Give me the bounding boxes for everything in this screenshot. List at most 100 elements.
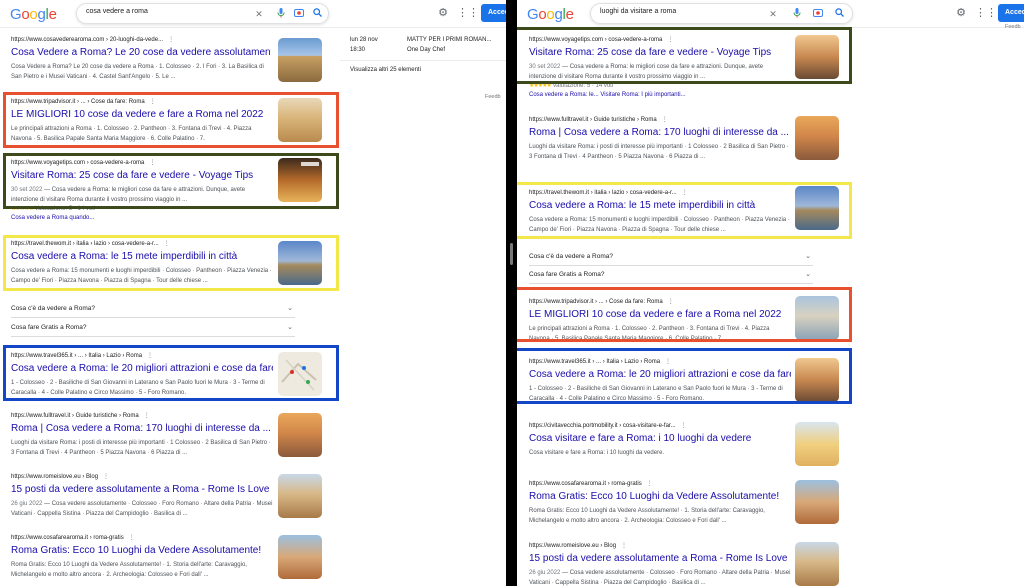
result-url[interactable]: https://www.cosavederearoma.com › 20-luo… bbox=[11, 37, 163, 43]
rome-sunset-thumbnail[interactable] bbox=[795, 116, 839, 160]
search-query[interactable]: luoghi da visitare a roma bbox=[600, 8, 676, 15]
rome-river-thumbnail[interactable] bbox=[278, 241, 322, 285]
google-logo[interactable]: Google bbox=[527, 6, 574, 23]
result-title[interactable]: Roma | Cosa vedere a Roma: 170 luoghi di… bbox=[529, 127, 791, 139]
castle-thumbnail[interactable] bbox=[278, 535, 322, 579]
paa-question[interactable]: Cosa c'è da vedere a Roma? ⌄ bbox=[529, 248, 813, 266]
more-options-icon[interactable]: ⋮ bbox=[103, 474, 109, 480]
paa-question-label[interactable]: Cosa c'è da vedere a Roma? bbox=[11, 305, 95, 312]
rome-river-thumbnail[interactable] bbox=[795, 186, 839, 230]
voyage-tips-thumbnail[interactable] bbox=[278, 158, 322, 202]
more-options-icon[interactable]: ⋮ bbox=[681, 423, 687, 429]
feedback-link[interactable]: Feedb bbox=[485, 94, 501, 100]
result-title[interactable]: Roma | Cosa vedere a Roma: 170 luoghi di… bbox=[11, 423, 273, 435]
colosseum-thumbnail[interactable] bbox=[278, 474, 322, 518]
result-url[interactable]: https://www.cosafarearoma.it › roma-grat… bbox=[529, 481, 642, 487]
colosseum-thumbnail[interactable] bbox=[795, 35, 839, 79]
result-sitelink[interactable]: Cosa vedere a Roma quando... bbox=[11, 214, 273, 223]
search-query[interactable]: cosa vedere a roma bbox=[86, 8, 148, 15]
feedback-link[interactable]: Feedb bbox=[1005, 24, 1021, 30]
microphone-icon[interactable] bbox=[275, 8, 287, 20]
result-url[interactable]: https://travel.thewom.it › italia › lazi… bbox=[11, 241, 159, 247]
result-url[interactable]: https://travel.thewom.it › italia › lazi… bbox=[529, 190, 677, 196]
result-title[interactable]: Visitare Roma: 25 cose da fare e vedere … bbox=[529, 47, 791, 59]
search-input[interactable]: cosa vedere a roma ✕ bbox=[76, 3, 329, 24]
rome-sunset-thumbnail[interactable] bbox=[278, 413, 322, 457]
more-options-icon[interactable]: ⋮ bbox=[168, 37, 174, 43]
paa-question[interactable]: Cosa fare Gratis a Roma? ⌄ bbox=[11, 319, 295, 337]
more-options-icon[interactable]: ⋮ bbox=[621, 543, 627, 549]
more-options-icon[interactable]: ⋮ bbox=[662, 117, 668, 123]
paa-question-label[interactable]: Cosa c'è da vedere a Roma? bbox=[529, 253, 613, 260]
settings-gear-icon[interactable]: ⚙ bbox=[954, 6, 968, 20]
result-title[interactable]: Visitare Roma: 25 cose da fare e vedere … bbox=[11, 170, 273, 182]
result-url[interactable]: https://www.tripadvisor.it › ... › Cose … bbox=[529, 299, 663, 305]
event-title[interactable]: MATTY PER I PRIMI ROMAN... bbox=[407, 36, 491, 45]
more-options-icon[interactable]: ⋮ bbox=[150, 99, 156, 105]
colosseum-thumbnail[interactable] bbox=[795, 358, 839, 402]
more-options-icon[interactable]: ⋮ bbox=[682, 190, 688, 196]
paa-question-label[interactable]: Cosa fare Gratis a Roma? bbox=[11, 324, 87, 331]
map-thumbnail[interactable] bbox=[278, 352, 322, 396]
result-title[interactable]: Roma Gratis: Ecco 10 Luoghi da Vedere As… bbox=[529, 491, 791, 503]
more-options-icon[interactable]: ⋮ bbox=[149, 160, 155, 166]
more-options-icon[interactable]: ⋮ bbox=[164, 241, 170, 247]
result-url[interactable]: https://www.travel365.it › ... › Italia … bbox=[11, 353, 142, 359]
result-title[interactable]: LE MIGLIORI 10 cose da vedere e fare a R… bbox=[11, 109, 273, 121]
result-url[interactable]: https://www.romeislove.eu › Blog bbox=[11, 474, 98, 480]
result-sitelink[interactable]: Cosa vedere a Roma: le... Visitare Roma:… bbox=[529, 91, 791, 100]
colosseum-thumbnail[interactable] bbox=[278, 38, 322, 82]
apps-grid-icon[interactable]: ⋮⋮ bbox=[975, 6, 997, 20]
clear-icon[interactable]: ✕ bbox=[253, 8, 265, 20]
sign-in-button[interactable]: Acced bbox=[998, 4, 1024, 22]
castle-thumbnail[interactable] bbox=[795, 480, 839, 524]
settings-gear-icon[interactable]: ⚙ bbox=[436, 6, 450, 20]
more-options-icon[interactable]: ⋮ bbox=[665, 359, 671, 365]
result-url[interactable]: https://www.fulltravel.it › Guide turist… bbox=[11, 413, 139, 419]
search-input[interactable]: luoghi da visitare a roma ✕ bbox=[590, 3, 853, 24]
result-title[interactable]: 15 posti da vedere assolutamente a Roma … bbox=[529, 553, 791, 565]
chevron-down-icon[interactable]: ⌄ bbox=[287, 319, 293, 337]
paa-question[interactable]: Cosa c'è da vedere a Roma? ⌄ bbox=[11, 300, 295, 318]
more-options-icon[interactable]: ⋮ bbox=[647, 481, 653, 487]
result-url[interactable]: https://civitavecchia.portmobility.it › … bbox=[529, 423, 676, 429]
result-url[interactable]: https://www.cosafarearoma.it › roma-grat… bbox=[11, 535, 124, 541]
trevi-fountain-thumbnail[interactable] bbox=[795, 296, 839, 340]
colosseum-thumbnail[interactable] bbox=[278, 98, 322, 142]
search-icon[interactable] bbox=[833, 8, 845, 20]
chevron-down-icon[interactable]: ⌄ bbox=[805, 248, 811, 266]
more-options-icon[interactable]: ⋮ bbox=[667, 37, 673, 43]
more-options-icon[interactable]: ⋮ bbox=[147, 353, 153, 359]
more-options-icon[interactable]: ⋮ bbox=[129, 535, 135, 541]
result-url[interactable]: https://www.fulltravel.it › Guide turist… bbox=[529, 117, 657, 123]
paa-question-label[interactable]: Cosa fare Gratis a Roma? bbox=[529, 271, 605, 278]
chevron-down-icon[interactable]: ⌄ bbox=[805, 266, 811, 284]
microphone-icon[interactable] bbox=[791, 8, 803, 20]
divider-handle[interactable] bbox=[510, 243, 513, 265]
sign-in-button[interactable]: Acced bbox=[481, 4, 506, 22]
more-events-link[interactable]: Visualizza altri 25 elementi bbox=[350, 66, 421, 75]
apps-grid-icon[interactable]: ⋮⋮ bbox=[457, 6, 479, 20]
camera-lens-icon[interactable] bbox=[293, 8, 305, 20]
result-title[interactable]: Cosa vedere a Roma: le 20 migliori attra… bbox=[11, 363, 273, 375]
result-url[interactable]: https://www.voyagetips.com › cosa-vedere… bbox=[529, 37, 662, 43]
result-url[interactable]: https://www.voyagetips.com › cosa-vedere… bbox=[11, 160, 144, 166]
result-title[interactable]: 15 posti da vedere assolutamente a Roma … bbox=[11, 484, 273, 496]
paa-question[interactable]: Cosa fare Gratis a Roma? ⌄ bbox=[529, 266, 813, 284]
result-title[interactable]: Cosa vedere a Roma: le 15 mete imperdibi… bbox=[529, 200, 791, 212]
chevron-down-icon[interactable]: ⌄ bbox=[287, 300, 293, 318]
result-title[interactable]: Cosa vedere a Roma: le 20 migliori attra… bbox=[529, 369, 791, 381]
result-title[interactable]: Cosa vedere a Roma: le 15 mete imperdibi… bbox=[11, 251, 273, 263]
colosseum-thumbnail[interactable] bbox=[795, 542, 839, 586]
result-url[interactable]: https://www.romeislove.eu › Blog bbox=[529, 543, 616, 549]
google-logo[interactable]: Google bbox=[10, 6, 57, 23]
result-title[interactable]: Roma Gratis: Ecco 10 Luoghi da Vedere As… bbox=[11, 545, 273, 557]
result-url[interactable]: https://www.travel365.it › ... › Italia … bbox=[529, 359, 660, 365]
more-options-icon[interactable]: ⋮ bbox=[144, 413, 150, 419]
result-title[interactable]: Cosa visitare e fare a Roma: i 10 luoghi… bbox=[529, 433, 791, 445]
result-title[interactable]: Cosa Vedere a Roma? Le 20 cose da vedere… bbox=[11, 47, 271, 59]
split-divider[interactable] bbox=[506, 0, 517, 586]
result-title[interactable]: LE MIGLIORI 10 cose da vedere e fare a R… bbox=[529, 309, 791, 321]
result-url[interactable]: https://www.tripadvisor.it › ... › Cose … bbox=[11, 99, 145, 105]
search-icon[interactable] bbox=[311, 8, 323, 20]
